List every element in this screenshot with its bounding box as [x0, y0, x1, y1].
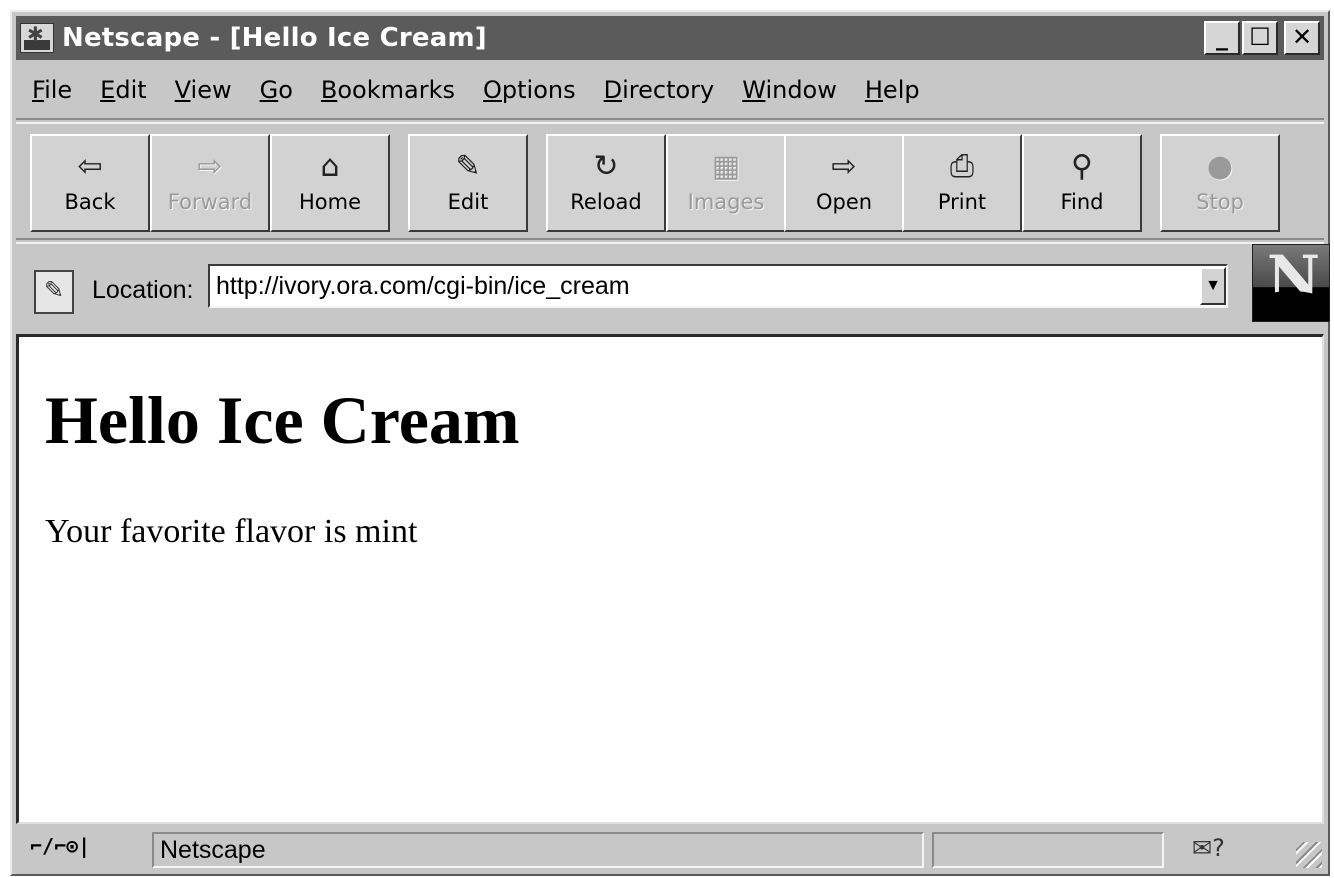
menu-help[interactable]: Help	[849, 76, 932, 104]
security-lock-icon[interactable]: ⌐/⌐⊙|	[30, 834, 116, 862]
menu-bookmarks[interactable]: Bookmarks	[305, 76, 467, 104]
back-button[interactable]: ⇦ Back	[30, 134, 150, 232]
menu-view-label: iew	[190, 76, 232, 104]
menu-bookmarks-key: B	[320, 76, 338, 104]
reload-icon: ↻	[593, 149, 619, 184]
edit-button[interactable]: ✎ Edit	[408, 134, 528, 232]
status-bar: ⌐/⌐⊙| Netscape ✉?	[16, 826, 1324, 870]
menu-help-key: H	[864, 76, 883, 104]
stop-button[interactable]: ● Stop	[1160, 134, 1280, 232]
location-label: Location:	[92, 276, 194, 304]
menu-edit-label: dit	[115, 76, 147, 104]
print-label: Print	[937, 190, 987, 214]
menu-bookmarks-label: ookmarks	[337, 76, 455, 104]
location-bar-inner: ✎ Location: http://ivory.ora.com/cgi-bin…	[16, 242, 1330, 336]
menu-window[interactable]: Window	[726, 76, 849, 104]
location-dropdown-button[interactable]: ▼	[1200, 267, 1226, 305]
netscape-logo[interactable]: N	[1252, 244, 1330, 322]
menu-file[interactable]: File	[16, 76, 84, 104]
images-icon: ▦	[711, 149, 741, 184]
location-bar: ✎ Location: http://ivory.ora.com/cgi-bin…	[16, 238, 1330, 336]
menu-options[interactable]: Options	[467, 76, 588, 104]
page-text: Your favorite flavor is mint	[45, 513, 418, 550]
resize-grip[interactable]	[1296, 842, 1322, 868]
find-button[interactable]: ⚲ Find	[1022, 134, 1142, 232]
menu-go-key: G	[259, 76, 279, 104]
stop-label: Stop	[1196, 190, 1244, 214]
print-button[interactable]: ⎙ Print	[902, 134, 1022, 232]
pencil-icon: ✎	[455, 149, 481, 184]
menu-bar: File Edit View Go Bookmarks Options Dire…	[16, 70, 1324, 110]
reload-button[interactable]: ↻ Reload	[546, 134, 666, 232]
edit-label: Edit	[447, 190, 489, 214]
maximize-button[interactable]: ☐	[1242, 21, 1278, 55]
find-label: Find	[1060, 190, 1104, 214]
browser-window: Netscape - [Hello Ice Cream] _ ☐ ✕ File …	[10, 10, 1330, 876]
location-url-input[interactable]: http://ivory.ora.com/cgi-bin/ice_cream	[208, 264, 1228, 308]
forward-button[interactable]: ⇨ Forward	[150, 134, 270, 232]
printer-icon: ⎙	[950, 149, 974, 184]
minimize-button[interactable]: _	[1204, 21, 1240, 55]
menu-help-label: elp	[882, 76, 920, 104]
menu-file-key: F	[32, 76, 45, 104]
window-controls: _ ☐ ✕	[1204, 21, 1320, 55]
menu-directory[interactable]: Directory	[588, 76, 727, 104]
open-label: Open	[815, 190, 873, 214]
status-message: Netscape	[152, 832, 924, 868]
back-label: Back	[64, 190, 116, 214]
mail-icon[interactable]: ✉?	[1192, 834, 1225, 862]
page-content: Hello Ice Cream Your favorite flavor is …	[16, 334, 1324, 824]
images-button[interactable]: ▦ Images	[666, 134, 786, 232]
menu-options-key: O	[483, 76, 502, 104]
menu-directory-key: D	[603, 76, 623, 104]
close-button[interactable]: ✕	[1284, 21, 1320, 55]
back-arrow-icon: ⇦	[77, 149, 103, 184]
navigation-toolbar: ⇦ Back ⇨ Forward ⌂ Home ✎ Edit ↻ Reload …	[16, 118, 1324, 236]
home-button[interactable]: ⌂ Home	[270, 134, 390, 232]
forward-arrow-icon: ⇨	[197, 149, 223, 184]
menu-view[interactable]: View	[159, 76, 244, 104]
netscape-logo-letter: N	[1267, 244, 1321, 311]
menu-directory-label: irectory	[622, 76, 715, 104]
toolbar-inner: ⇦ Back ⇨ Forward ⌂ Home ✎ Edit ↻ Reload …	[16, 122, 1324, 236]
home-icon: ⌂	[320, 149, 340, 184]
reload-label: Reload	[570, 190, 642, 214]
open-icon: ⇨	[831, 149, 857, 184]
menu-go[interactable]: Go	[244, 76, 305, 104]
menu-edit[interactable]: Edit	[84, 76, 158, 104]
menu-file-label: ile	[44, 76, 73, 104]
progress-panel	[932, 832, 1164, 868]
menu-window-key: W	[742, 76, 766, 104]
home-label: Home	[298, 190, 361, 214]
page-heading: Hello Ice Cream	[45, 382, 520, 458]
stop-icon: ●	[1206, 149, 1234, 184]
window-title: Netscape - [Hello Ice Cream]	[62, 23, 487, 53]
title-bar[interactable]: Netscape - [Hello Ice Cream] _ ☐ ✕	[16, 16, 1324, 60]
menu-view-key: V	[174, 76, 191, 104]
images-label: Images	[687, 190, 765, 214]
menu-edit-key: E	[100, 76, 116, 104]
menu-window-label: indow	[765, 76, 837, 104]
menu-options-label: ptions	[501, 76, 576, 104]
bookmark-quickfile-icon[interactable]: ✎	[34, 270, 74, 314]
netscape-app-icon[interactable]	[20, 23, 54, 53]
menu-go-label: o	[278, 76, 293, 104]
open-button[interactable]: ⇨ Open	[784, 134, 904, 232]
binoculars-icon: ⚲	[1071, 149, 1093, 184]
forward-label: Forward	[167, 190, 253, 214]
